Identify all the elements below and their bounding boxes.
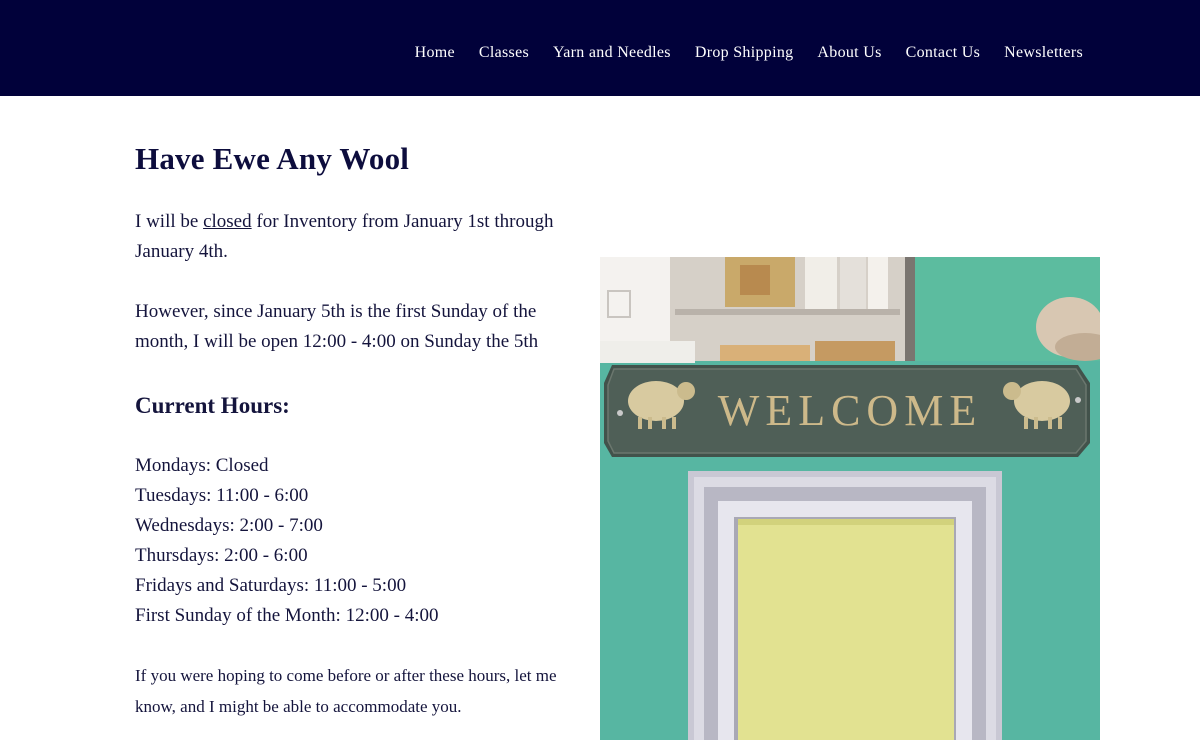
hours-row-first-sunday: First Sunday of the Month: 12:00 - 4:00 (135, 605, 439, 627)
closure-notice-prefix: I will be (135, 211, 204, 233)
shop-door-photo: WELCOME (600, 257, 1100, 740)
hours-row-tuesday: Tuesdays: 11:00 - 6:00 (135, 485, 309, 507)
nav-about-us[interactable]: About Us (817, 44, 881, 62)
hours-row-monday: Mondays: Closed (135, 455, 269, 477)
accommodate-note: If you were hoping to come before or aft… (135, 666, 557, 717)
hours-row-wednesday: Wednesdays: 2:00 - 7:00 (135, 515, 323, 537)
nav-drop-shipping[interactable]: Drop Shipping (695, 44, 794, 62)
site-header: Home Classes Yarn and Needles Drop Shipp… (0, 0, 1200, 96)
nav-home[interactable]: Home (415, 44, 455, 62)
sunday-opening-note: However, since January 5th is the first … (135, 301, 539, 353)
hours-row-friday-saturday: Fridays and Saturdays: 11:00 - 5:00 (135, 575, 407, 597)
welcome-sign-image: WELCOME (600, 257, 1100, 740)
closed-link[interactable]: closed (203, 211, 252, 232)
page-title: Have Ewe Any Wool (135, 141, 410, 176)
nav-contact-us[interactable]: Contact Us (906, 44, 981, 62)
nav-classes[interactable]: Classes (479, 44, 529, 62)
closure-notice: I will be closed for Inventory from Janu… (135, 207, 575, 267)
hours-list: Mondays: Closed Tuesdays: 11:00 - 6:00 W… (135, 451, 575, 631)
main-content: Have Ewe Any Wool I will be closed for I… (135, 140, 575, 722)
nav-newsletters[interactable]: Newsletters (1004, 44, 1083, 62)
main-nav: Home Classes Yarn and Needles Drop Shipp… (415, 44, 1083, 62)
hours-row-thursday: Thursdays: 2:00 - 6:00 (135, 545, 308, 567)
hours-heading: Current Hours: (135, 393, 290, 419)
welcome-sign-text: WELCOME (718, 386, 982, 435)
nav-yarn-and-needles[interactable]: Yarn and Needles (553, 44, 671, 62)
